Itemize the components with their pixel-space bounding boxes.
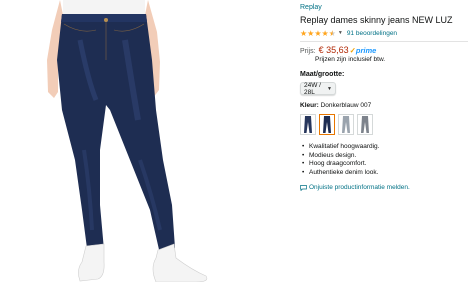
size-label: Maat/grootte: [300,71,345,78]
divider [300,41,468,42]
report-info-link[interactable]: Onjuiste productinformatie melden. [309,184,410,191]
star-icon: ★ [314,28,322,38]
price-value: € 35,63 [318,45,349,55]
color-label: Kleur: [300,102,319,109]
star-rating[interactable]: ★ ★ ★ ★ ★ [300,29,336,38]
product-image[interactable] [0,0,290,282]
star-icon: ★ [300,28,308,38]
color-swatches [300,114,470,135]
size-selected-value: 24W / 28L [304,81,321,96]
star-icon: ★ [321,28,329,38]
swatch-dark-blue[interactable] [300,114,316,135]
star-icon: ★ [307,28,315,38]
brand-link[interactable]: Replay [300,4,470,11]
prime-badge: ✓prime [350,46,377,55]
product-details: Replay Replay dames skinny jeans NEW LUZ… [300,4,470,191]
chevron-down-icon: ▼ [327,85,332,92]
speech-bubble-icon [300,184,307,191]
reviews-link[interactable]: 91 beoordelingen [347,30,397,37]
jeans-dark-blue-selected-icon [323,116,331,133]
color-row: Kleur: Donkerblauw 007 [300,102,470,109]
product-title: Replay dames skinny jeans NEW LUZ [300,15,453,25]
half-star-icon: ★ [328,28,336,38]
jeans-grey-icon [361,116,369,133]
jeans-light-grey-icon [342,116,350,133]
swatch-dark-blue-selected[interactable] [319,114,335,135]
swatch-light-grey[interactable] [338,114,354,135]
jeans-photo [47,0,208,282]
vat-note: Prijzen zijn inclusief btw. [315,56,386,63]
rating-row: ★ ★ ★ ★ ★ ▼ 91 beoordelingen [300,28,470,38]
report-row[interactable]: Onjuiste productinformatie melden. [300,184,470,191]
prime-label: prime [355,46,377,55]
feature-bullets: Kwalitatief hoogwaardig. Modieus design.… [300,143,470,177]
list-item: Kwalitatief hoogwaardig. [302,143,470,152]
size-dropdown[interactable]: 24W / 28L ▼ [300,81,336,96]
swatch-grey[interactable] [357,114,373,135]
price-row: Prijs: € 35,63 ✓prime [300,45,470,55]
list-item: Hoog draagcomfort. [302,160,470,169]
chevron-down-icon[interactable]: ▼ [338,30,343,36]
price-label: Prijs: [300,48,316,55]
jeans-dark-blue-icon [304,116,312,133]
list-item: Authentieke denim look. [302,169,470,178]
list-item: Modieus design. [302,152,470,161]
color-value: Donkerblauw 007 [320,102,372,109]
